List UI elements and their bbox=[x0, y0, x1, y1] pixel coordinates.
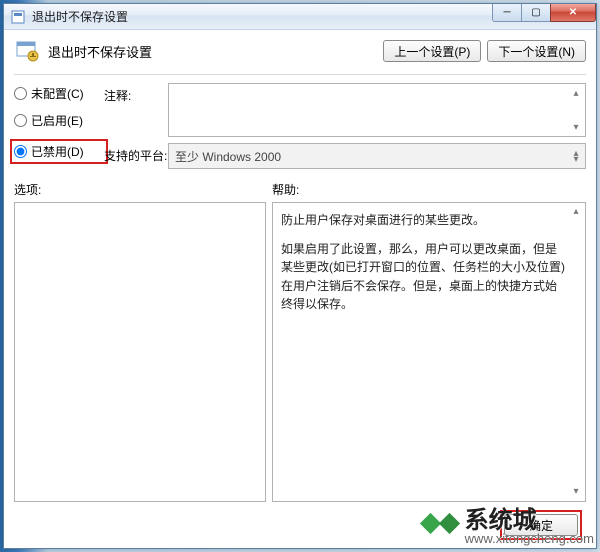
scroll-up-icon[interactable]: ▴ bbox=[569, 205, 583, 219]
minimize-button[interactable]: ─ bbox=[492, 4, 522, 22]
radio-disabled[interactable]: 已禁用(D) bbox=[14, 143, 100, 160]
comment-row: 注释: ▴ ▾ bbox=[104, 83, 586, 137]
help-paragraph: 防止用户保存对桌面进行的某些更改。 bbox=[281, 211, 567, 230]
maximize-button[interactable]: ▢ bbox=[521, 4, 551, 22]
section-labels: 选项: 帮助: bbox=[14, 181, 586, 198]
app-icon bbox=[10, 9, 26, 25]
highlight-disabled: 已禁用(D) bbox=[10, 139, 108, 164]
titlebar: 退出时不保存设置 ─ ▢ ✕ bbox=[4, 4, 596, 30]
radio-not-configured-input[interactable] bbox=[14, 87, 27, 100]
page-title: 退出时不保存设置 bbox=[48, 42, 383, 61]
scroll-down-icon[interactable]: ▾ bbox=[569, 120, 583, 134]
panes: 防止用户保存对桌面进行的某些更改。 如果启用了此设置，那么，用户可以更改桌面，但… bbox=[14, 202, 586, 502]
radio-group: 未配置(C) 已启用(E) 已禁用(D) bbox=[14, 83, 104, 169]
header-row: 退出时不保存设置 上一个设置(P) 下一个设置(N) bbox=[14, 38, 586, 64]
platform-value-box: 至少 Windows 2000 ▴ ▾ bbox=[168, 143, 586, 169]
close-button[interactable]: ✕ bbox=[550, 4, 596, 22]
radio-enabled[interactable]: 已启用(E) bbox=[14, 112, 104, 129]
config-row: 未配置(C) 已启用(E) 已禁用(D) 注释: ▴ bbox=[14, 83, 586, 169]
window-title: 退出时不保存设置 bbox=[32, 8, 493, 25]
comment-textarea[interactable]: ▴ ▾ bbox=[168, 83, 586, 137]
scroll-down-icon[interactable]: ▾ bbox=[569, 152, 583, 166]
ok-button[interactable]: 确定 bbox=[504, 514, 578, 536]
prev-setting-button[interactable]: 上一个设置(P) bbox=[383, 40, 481, 62]
comment-label: 注释: bbox=[104, 83, 168, 104]
radio-not-configured[interactable]: 未配置(C) bbox=[14, 85, 104, 102]
highlight-ok: 确定 bbox=[500, 510, 582, 540]
next-setting-button[interactable]: 下一个设置(N) bbox=[487, 40, 586, 62]
help-paragraph: 如果启用了此设置，那么，用户可以更改桌面，但是某些更改(如已打开窗口的位置、任务… bbox=[281, 240, 567, 314]
policy-icon bbox=[14, 38, 40, 64]
scroll-down-icon[interactable]: ▾ bbox=[569, 485, 583, 499]
platform-label: 支持的平台: bbox=[104, 143, 168, 164]
radio-enabled-input[interactable] bbox=[14, 114, 27, 127]
help-pane: 防止用户保存对桌面进行的某些更改。 如果启用了此设置，那么，用户可以更改桌面，但… bbox=[272, 202, 586, 502]
dialog-window: 退出时不保存设置 ─ ▢ ✕ 退出时不保存设置 上一个设置(P) 下一个设置(N… bbox=[3, 3, 597, 549]
radio-disabled-input[interactable] bbox=[14, 145, 27, 158]
divider bbox=[14, 74, 586, 75]
window-controls: ─ ▢ ✕ bbox=[493, 4, 596, 29]
options-pane bbox=[14, 202, 266, 502]
platform-row: 支持的平台: 至少 Windows 2000 ▴ ▾ bbox=[104, 143, 586, 169]
options-label: 选项: bbox=[14, 181, 272, 198]
help-label: 帮助: bbox=[272, 181, 586, 198]
footer: 确定 bbox=[14, 502, 586, 542]
dialog-content: 退出时不保存设置 上一个设置(P) 下一个设置(N) 未配置(C) 已启用(E) bbox=[4, 30, 596, 548]
platform-value: 至少 Windows 2000 bbox=[175, 148, 281, 165]
scroll-up-icon[interactable]: ▴ bbox=[569, 86, 583, 100]
right-column: 注释: ▴ ▾ 支持的平台: 至少 Windows 2000 ▴ ▾ bbox=[104, 83, 586, 169]
